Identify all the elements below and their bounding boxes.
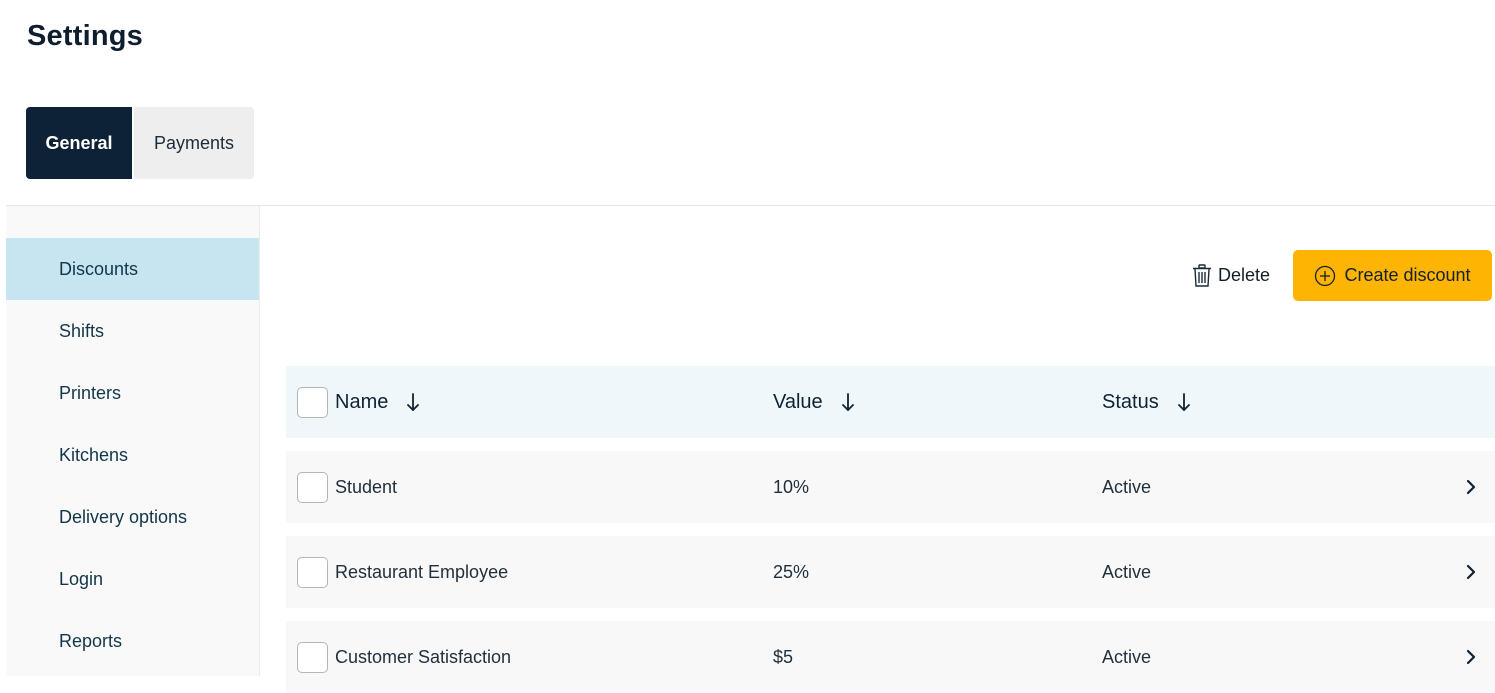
row-status: Active <box>1102 561 1152 582</box>
delete-label: Delete <box>1217 265 1270 285</box>
arrow-down-icon <box>1177 392 1191 412</box>
column-header-status-label: Status <box>1102 390 1159 413</box>
sidebar-item-reports[interactable]: Reports <box>6 610 259 672</box>
create-discount-button[interactable]: Create discount <box>1293 250 1492 301</box>
sidebar-item-login[interactable]: Login <box>6 548 259 610</box>
chevron-right-icon[interactable] <box>1466 649 1476 665</box>
plus-circle-icon <box>1314 265 1336 287</box>
arrow-down-icon <box>841 392 855 412</box>
delete-button[interactable]: Delete <box>1192 264 1270 287</box>
table-header: Name Value Status <box>286 366 1495 438</box>
row-checkbox[interactable] <box>297 556 328 588</box>
table-row[interactable]: Student 10% Active <box>286 451 1495 523</box>
row-value: $5 <box>773 646 794 667</box>
sidebar-item-printers[interactable]: Printers <box>6 362 259 424</box>
create-discount-label: Create discount <box>1344 265 1471 285</box>
column-header-value-label: Value <box>773 390 823 413</box>
row-value: 10% <box>773 476 810 497</box>
sidebar-item-delivery-options[interactable]: Delivery options <box>6 486 259 548</box>
row-name: Student <box>335 476 398 497</box>
tab-general[interactable]: General <box>26 107 132 179</box>
row-status: Active <box>1102 476 1152 497</box>
chevron-right-icon[interactable] <box>1466 479 1476 495</box>
table-row[interactable]: Restaurant Employee 25% Active <box>286 536 1495 608</box>
tab-payments[interactable]: Payments <box>132 107 254 179</box>
sidebar-item-discounts[interactable]: Discounts <box>6 238 259 300</box>
toolbar: Delete Create discount <box>1192 250 1492 301</box>
row-name: Customer Satisfaction <box>335 646 512 667</box>
column-header-name-label: Name <box>335 390 389 413</box>
page-title: Settings <box>27 20 143 52</box>
trash-icon <box>1192 264 1212 287</box>
row-value: 25% <box>773 561 810 582</box>
row-checkbox[interactable] <box>297 641 328 673</box>
arrow-down-icon <box>406 392 420 412</box>
sidebar: Discounts Shifts Printers Kitchens Deliv… <box>6 206 260 676</box>
column-header-value[interactable]: Value <box>773 391 855 414</box>
settings-tabs: General Payments <box>26 107 254 179</box>
sidebar-item-shifts[interactable]: Shifts <box>6 300 259 362</box>
sidebar-list: Discounts Shifts Printers Kitchens Deliv… <box>6 238 259 672</box>
column-header-name[interactable]: Name <box>335 391 420 414</box>
row-checkbox[interactable] <box>297 471 328 503</box>
table-row[interactable]: Customer Satisfaction $5 Active <box>286 621 1495 693</box>
chevron-right-icon[interactable] <box>1466 564 1476 580</box>
row-name: Restaurant Employee <box>335 561 509 582</box>
column-header-status[interactable]: Status <box>1102 391 1191 414</box>
row-status: Active <box>1102 646 1152 667</box>
discounts-table: Name Value Status Student 10% Active Res… <box>286 366 1495 693</box>
sidebar-item-kitchens[interactable]: Kitchens <box>6 424 259 486</box>
select-all-checkbox[interactable] <box>297 386 328 418</box>
